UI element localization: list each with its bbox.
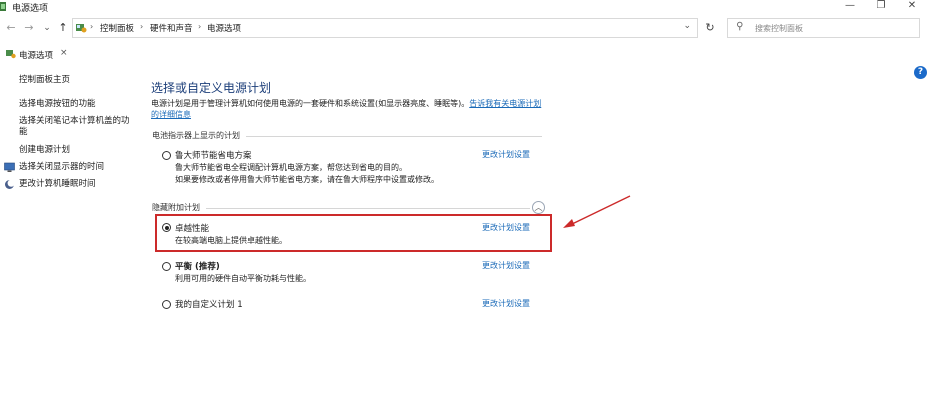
control-panel-icon (6, 50, 16, 59)
plan-radio-ultimate-performance[interactable] (162, 223, 171, 232)
change-plan-settings-link[interactable]: 更改计划设置 (482, 260, 530, 271)
section-hidden-plans-label: 隐藏附加计划 (152, 203, 200, 212)
plan-desc-ultimate-performance: 在较高端电脑上提供卓越性能。 (175, 236, 287, 245)
sidebar-item-power-button[interactable]: 选择电源按钮的功能 (19, 99, 96, 110)
tab-label: 电源选项 (19, 51, 54, 61)
plan-desc-ludashi-line2: 如果要修改或者停用鲁大师节能省电方案，请在鲁大师程序中设置或修改。 (175, 175, 439, 184)
sidebar-item-create-plan[interactable]: 创建电源计划 (19, 145, 70, 156)
address-bar[interactable]: › 控制面板 › 硬件和声音 › 电源选项 ⌄ (72, 18, 698, 38)
breadcrumb-power-options[interactable]: 电源选项 (207, 22, 241, 34)
title-bar: 电源选项 — ❐ ✕ (0, 0, 928, 14)
search-icon: ⚲ (736, 21, 744, 32)
sidebar-item-lid-close[interactable]: 选择关闭笔记本计算机盖的功能 (19, 116, 131, 138)
breadcrumb-separator: › (90, 22, 94, 31)
moon-icon (5, 179, 15, 189)
help-icon[interactable]: ? (914, 66, 927, 79)
description-text: 电源计划是用于管理计算机如何使用电源的一套硬件和系统设置(如显示器亮度、睡眠等)… (151, 99, 470, 108)
breadcrumb-separator: › (198, 22, 202, 31)
search-placeholder: 搜索控制面板 (755, 24, 803, 33)
up-arrow-icon[interactable]: ↑ (56, 20, 70, 36)
page-description: 电源计划是用于管理计算机如何使用电源的一套硬件和系统设置(如显示器亮度、睡眠等)… (151, 98, 546, 120)
sidebar-item-display-off[interactable]: 选择关闭显示器的时间 (19, 162, 104, 173)
window-title: 电源选项 (12, 4, 49, 14)
address-dropdown-icon[interactable]: ⌄ (683, 21, 691, 31)
plan-radio-custom-1[interactable] (162, 300, 171, 309)
tab-close-icon[interactable]: × (60, 48, 68, 58)
annotation-arrow (563, 195, 631, 228)
close-button[interactable]: ✕ (897, 0, 927, 14)
plan-desc-balanced: 利用可用的硬件自动平衡功耗与性能。 (175, 274, 311, 283)
control-panel-icon (76, 24, 87, 33)
power-options-app-icon (0, 2, 6, 11)
plan-radio-ludashi[interactable] (162, 151, 171, 160)
recent-locations-chevron-icon[interactable]: ⌄ (40, 20, 54, 36)
change-plan-settings-link[interactable]: 更改计划设置 (482, 149, 530, 160)
plan-name-ludashi[interactable]: 鲁大师节能省电方案 (175, 149, 252, 161)
breadcrumb-separator: › (140, 22, 144, 31)
breadcrumb-hardware-sound[interactable]: 硬件和声音 (150, 22, 193, 34)
change-plan-settings-link[interactable]: 更改计划设置 (482, 298, 530, 309)
sidebar-item-sleep-time[interactable]: 更改计算机睡眠时间 (19, 179, 96, 190)
plan-radio-balanced[interactable] (162, 262, 171, 271)
tab-power-options[interactable]: 电源选项 × (2, 45, 72, 64)
plan-name-ultimate-performance[interactable]: 卓越性能 (175, 222, 209, 234)
search-box[interactable]: ⚲ 搜索控制面板 (727, 18, 920, 38)
section-battery-plans-label: 电池指示器上显示的计划 (152, 131, 240, 140)
breadcrumb-control-panel[interactable]: 控制面板 (100, 22, 134, 34)
collapse-chevron-icon[interactable]: ︿ (532, 201, 545, 214)
change-plan-settings-link[interactable]: 更改计划设置 (482, 222, 530, 233)
sidebar-item-home[interactable]: 控制面板主页 (19, 75, 70, 86)
section-divider (206, 208, 530, 209)
monitor-icon (4, 162, 15, 172)
refresh-icon[interactable]: ↻ (701, 19, 719, 37)
plan-desc-ludashi-line1: 鲁大师节能省电全程调配计算机电源方案，帮您达到省电的目的。 (175, 163, 407, 172)
back-arrow-icon[interactable]: ← (4, 20, 18, 36)
section-divider (246, 136, 542, 137)
plan-name-custom-1[interactable]: 我的自定义计划 1 (175, 298, 243, 310)
navigation-bar: ← → ⌄ ↑ › 控制面板 › 硬件和声音 › 电源选项 ⌄ ↻ ⚲ 搜索控制… (0, 17, 928, 39)
page-title: 选择或自定义电源计划 (151, 81, 272, 95)
maximize-button[interactable]: ❐ (866, 0, 896, 14)
plan-name-balanced[interactable]: 平衡 (推荐) (175, 260, 220, 272)
minimize-button[interactable]: — (835, 0, 865, 14)
forward-arrow-icon[interactable]: → (22, 20, 36, 36)
